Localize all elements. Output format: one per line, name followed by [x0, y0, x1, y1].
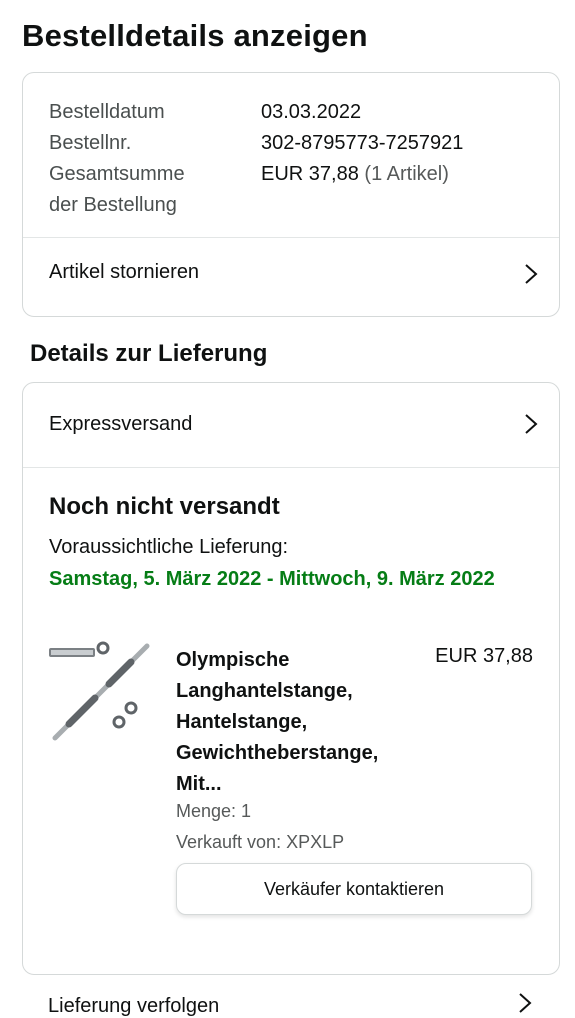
product-title-line: Gewichtheberstange,: [176, 742, 379, 764]
order-date-value: 03.03.2022: [261, 101, 362, 123]
product-seller: Verkauft von: XPXLP: [176, 832, 345, 852]
order-number-label: Bestellnr.: [49, 132, 132, 154]
chevron-right-icon: [525, 264, 538, 284]
order-date-label: Bestelldatum: [49, 101, 165, 123]
product-image[interactable]: [47, 638, 157, 748]
product-title-line: Hantelstange,: [176, 711, 308, 733]
product-title-link[interactable]: Olympische Langhantelstange, Hantelstang…: [176, 645, 416, 800]
shipment-status: Noch nicht versandt: [49, 493, 280, 520]
order-summary-list: Bestelldatum 03.03.2022 Bestellnr. 302-8…: [49, 97, 463, 221]
product-price: EUR 37,88: [435, 645, 533, 667]
delivery-section-title: Details zur Lieferung: [30, 340, 268, 367]
eta-dates: Samstag, 5. März 2022 - Mittwoch, 9. Mär…: [49, 568, 495, 590]
shipping-method-label: Expressversand: [49, 413, 193, 435]
order-summary-card: Bestelldatum 03.03.2022 Bestellnr. 302-8…: [22, 72, 560, 317]
order-total-label: Gesamtsumme der Bestellung: [49, 159, 259, 221]
order-number-value: 302-8795773-7257921: [261, 132, 464, 154]
order-total-label-line1: Gesamtsumme: [49, 163, 185, 185]
contact-seller-button[interactable]: Verkäufer kontaktieren: [176, 863, 532, 915]
cancel-items-button[interactable]: Artikel stornieren: [23, 237, 559, 313]
product-title-line: Mit...: [176, 773, 222, 795]
barbell-icon: [49, 641, 150, 741]
eta-label: Voraussichtliche Lieferung:: [49, 536, 289, 558]
order-total-value: EUR 37,88 (1 Artikel): [261, 159, 449, 190]
chevron-right-icon: [519, 993, 532, 1013]
order-total-label-line2: der Bestellung: [49, 194, 177, 216]
product-quantity: Menge: 1: [176, 801, 252, 821]
order-number-row: Bestellnr. 302-8795773-7257921: [49, 128, 463, 159]
order-total-row: Gesamtsumme der Bestellung EUR 37,88 (1 A…: [49, 159, 449, 221]
product-title-line: Langhantelstange,: [176, 680, 353, 702]
track-shipment-label: Lieferung verfolgen: [48, 995, 220, 1017]
cancel-items-label: Artikel stornieren: [49, 261, 200, 283]
track-shipment-row[interactable]: Lieferung verfolgen: [48, 995, 219, 1018]
delivery-card: Expressversand Noch nicht versandt Vorau…: [22, 382, 560, 975]
divider: [23, 467, 559, 468]
page-title: Bestelldetails anzeigen: [22, 18, 368, 53]
order-date-row: Bestelldatum 03.03.2022: [49, 97, 361, 128]
order-total-amount: EUR 37,88: [261, 163, 359, 185]
shipping-method-button[interactable]: Expressversand: [23, 383, 559, 459]
chevron-right-icon: [525, 414, 538, 434]
order-item-count: (1 Artikel): [364, 163, 449, 185]
product-title-line: Olympische: [176, 649, 290, 671]
